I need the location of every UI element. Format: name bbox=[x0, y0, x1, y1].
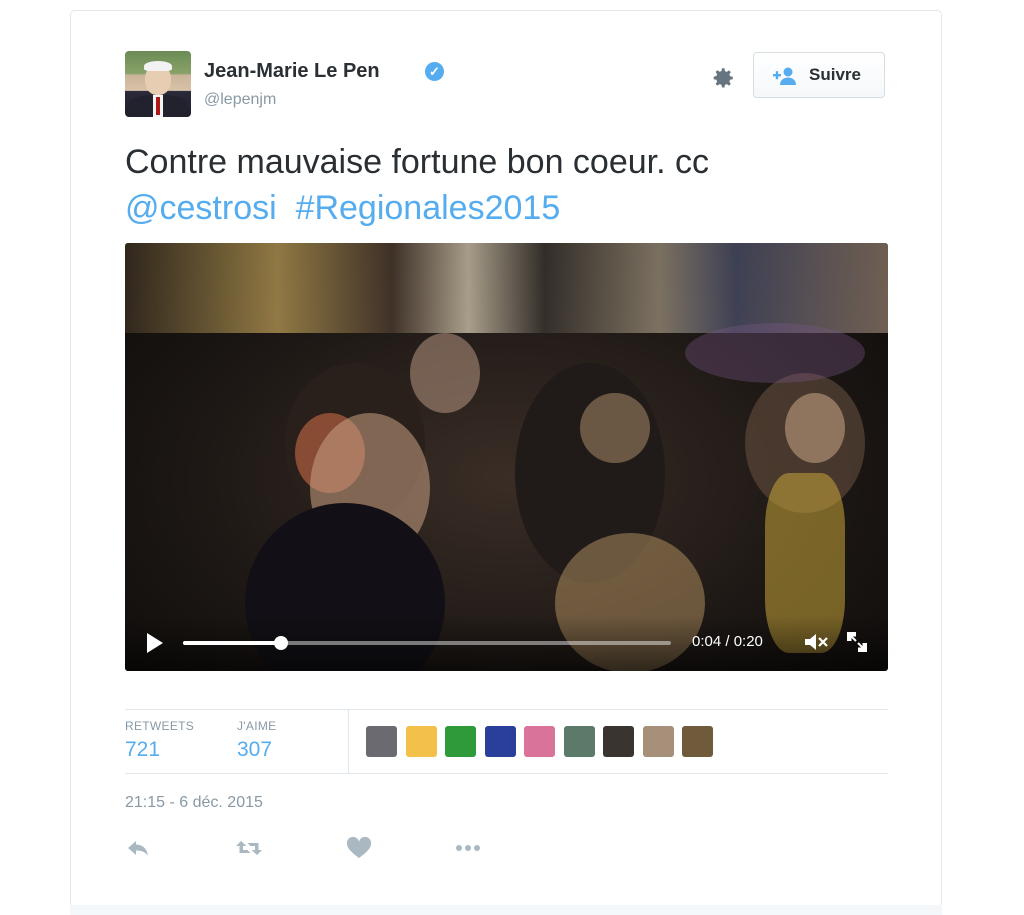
stats-bottom-divider bbox=[125, 773, 888, 774]
mention-link[interactable]: @cestrosi bbox=[125, 189, 277, 227]
liker-avatar[interactable] bbox=[445, 726, 476, 757]
video-controls: 0:04 / 0:20 bbox=[125, 615, 888, 671]
liker-avatar[interactable] bbox=[366, 726, 397, 757]
author-handle[interactable]: @lepenjm bbox=[204, 91, 276, 109]
likes-count[interactable]: 307 bbox=[237, 738, 272, 762]
gear-icon[interactable] bbox=[710, 65, 736, 91]
follow-button-label: Suivre bbox=[809, 65, 861, 84]
reply-icon[interactable] bbox=[125, 836, 153, 860]
video-time: 0:04 / 0:20 bbox=[692, 633, 763, 650]
follow-button[interactable]: Suivre bbox=[753, 52, 885, 98]
author-display-name[interactable]: Jean-Marie Le Pen bbox=[204, 60, 380, 83]
mute-icon[interactable] bbox=[803, 631, 829, 653]
hashtag-link[interactable]: #Regionales2015 bbox=[296, 189, 561, 227]
tweet-text: Contre mauvaise fortune bon coeur. cc @c… bbox=[125, 139, 895, 231]
retweets-label: RETWEETS bbox=[125, 719, 195, 733]
liker-avatar[interactable] bbox=[682, 726, 713, 757]
liker-avatar[interactable] bbox=[405, 726, 437, 757]
avatar[interactable] bbox=[125, 51, 191, 117]
tweet-content: Jean-Marie Le Pen ✓ @lepenjm Suivre Cont… bbox=[70, 10, 942, 915]
liker-avatar[interactable] bbox=[524, 726, 555, 757]
video-progress-handle[interactable] bbox=[273, 636, 288, 650]
retweet-icon[interactable] bbox=[235, 836, 263, 860]
liker-avatar[interactable] bbox=[563, 726, 595, 757]
verified-badge-icon: ✓ bbox=[425, 62, 444, 81]
heart-icon[interactable] bbox=[345, 836, 373, 860]
likes-label: J'AIME bbox=[237, 719, 277, 733]
video-progress-fill bbox=[183, 641, 281, 645]
video-progress-bar[interactable] bbox=[183, 636, 671, 650]
stats-vertical-divider bbox=[348, 710, 349, 773]
play-icon[interactable] bbox=[147, 633, 163, 653]
video-player[interactable]: 0:04 / 0:20 bbox=[125, 243, 888, 671]
fullscreen-icon[interactable] bbox=[845, 630, 869, 654]
liker-avatar[interactable] bbox=[642, 726, 674, 757]
tweet-text-main: Contre mauvaise fortune bon coeur. cc bbox=[125, 143, 709, 181]
add-user-icon bbox=[773, 67, 796, 85]
liker-avatar[interactable] bbox=[603, 726, 634, 757]
stats-top-divider bbox=[125, 709, 888, 710]
retweets-count[interactable]: 721 bbox=[125, 738, 160, 762]
liker-avatar[interactable] bbox=[484, 726, 516, 757]
tweet-timestamp[interactable]: 21:15 - 6 déc. 2015 bbox=[125, 794, 263, 812]
more-icon[interactable] bbox=[454, 836, 482, 860]
